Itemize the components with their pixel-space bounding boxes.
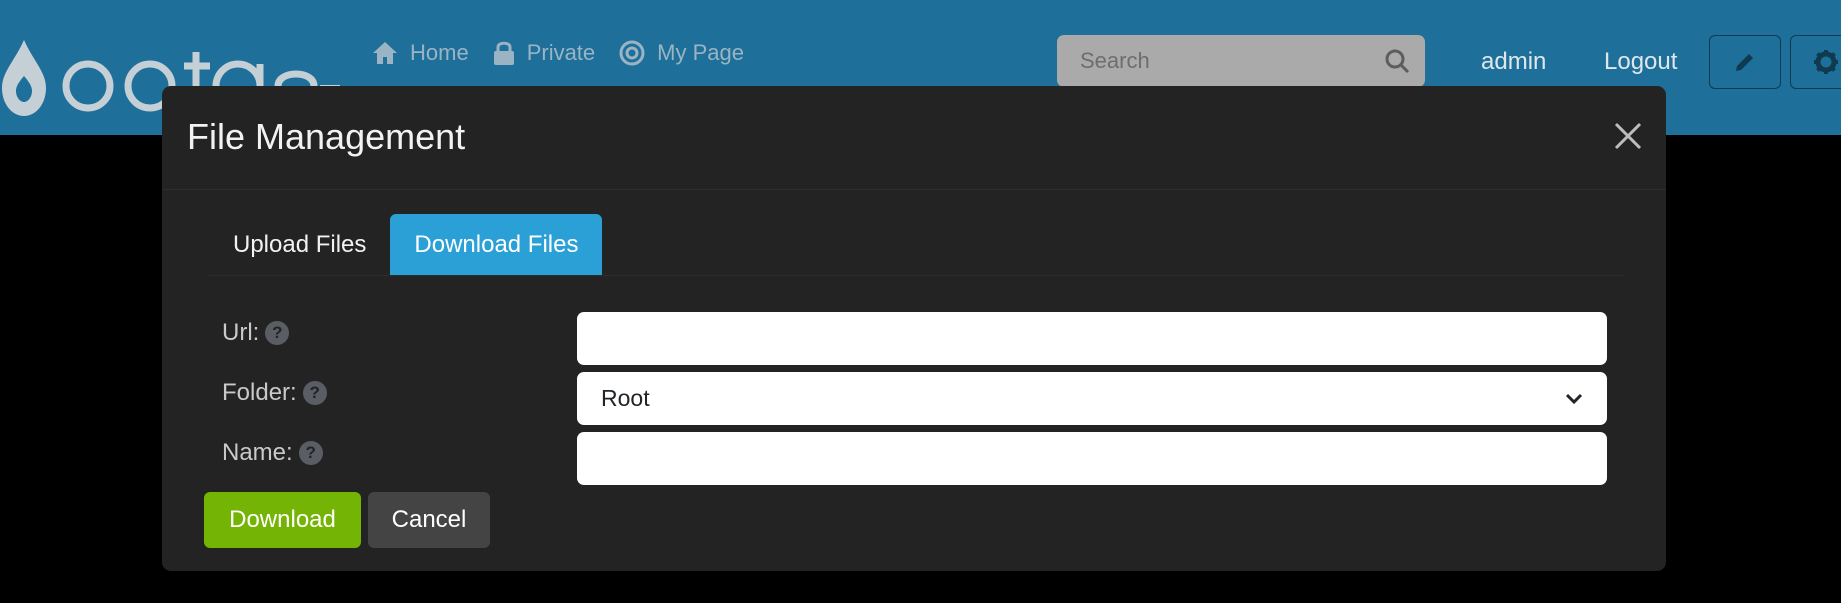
url-label-text: Url: bbox=[222, 319, 260, 346]
logout-link[interactable]: Logout bbox=[1604, 48, 1677, 76]
modal-title: File Management bbox=[187, 116, 466, 157]
gear-icon bbox=[1814, 50, 1838, 74]
main-nav: Home Private My Page bbox=[372, 40, 768, 66]
folder-select[interactable]: Root bbox=[577, 372, 1607, 425]
lock-icon bbox=[493, 41, 514, 65]
help-icon[interactable]: ? bbox=[298, 441, 323, 465]
tab-download-files[interactable]: Download Files bbox=[390, 214, 603, 275]
nav-item-home[interactable]: Home bbox=[372, 40, 469, 66]
file-management-modal: File Management Upload Files Download Fi… bbox=[162, 86, 1666, 571]
name-label: Name: ? bbox=[222, 439, 323, 467]
edit-mode-button[interactable] bbox=[1709, 35, 1781, 89]
folder-label: Folder: ? bbox=[222, 379, 327, 407]
chevron-down-icon bbox=[1565, 393, 1583, 404]
search-input[interactable] bbox=[1057, 48, 1368, 74]
tab-upload-files[interactable]: Upload Files bbox=[209, 214, 390, 275]
nav-item-label: Private bbox=[526, 40, 596, 65]
folder-select-value: Root bbox=[601, 385, 650, 411]
pencil-icon bbox=[1736, 54, 1753, 71]
name-label-text: Name: bbox=[222, 439, 293, 466]
tab-list: Upload Files Download Files bbox=[209, 214, 1625, 276]
download-button[interactable]: Download bbox=[204, 492, 361, 548]
url-input[interactable] bbox=[577, 312, 1607, 365]
search-box bbox=[1057, 35, 1425, 87]
modal-header: File Management bbox=[162, 86, 1666, 190]
close-button[interactable] bbox=[1608, 116, 1648, 156]
search-button[interactable] bbox=[1368, 48, 1425, 74]
nav-item-label: My Page bbox=[657, 40, 744, 65]
target-icon bbox=[619, 40, 645, 66]
nav-item-private[interactable]: Private bbox=[493, 40, 595, 66]
home-icon bbox=[373, 42, 397, 64]
url-label: Url: ? bbox=[222, 319, 290, 347]
help-icon[interactable]: ? bbox=[302, 381, 327, 405]
cancel-button[interactable]: Cancel bbox=[368, 492, 490, 548]
nav-item-label: Home bbox=[410, 40, 469, 65]
close-icon bbox=[1614, 122, 1642, 150]
name-input[interactable] bbox=[577, 432, 1607, 485]
folder-label-text: Folder: bbox=[222, 379, 297, 406]
nav-item-my-page[interactable]: My Page bbox=[619, 40, 744, 66]
settings-button[interactable] bbox=[1790, 35, 1841, 89]
help-icon[interactable]: ? bbox=[265, 321, 290, 345]
search-icon bbox=[1385, 49, 1409, 74]
user-profile-link[interactable]: admin bbox=[1481, 48, 1546, 76]
